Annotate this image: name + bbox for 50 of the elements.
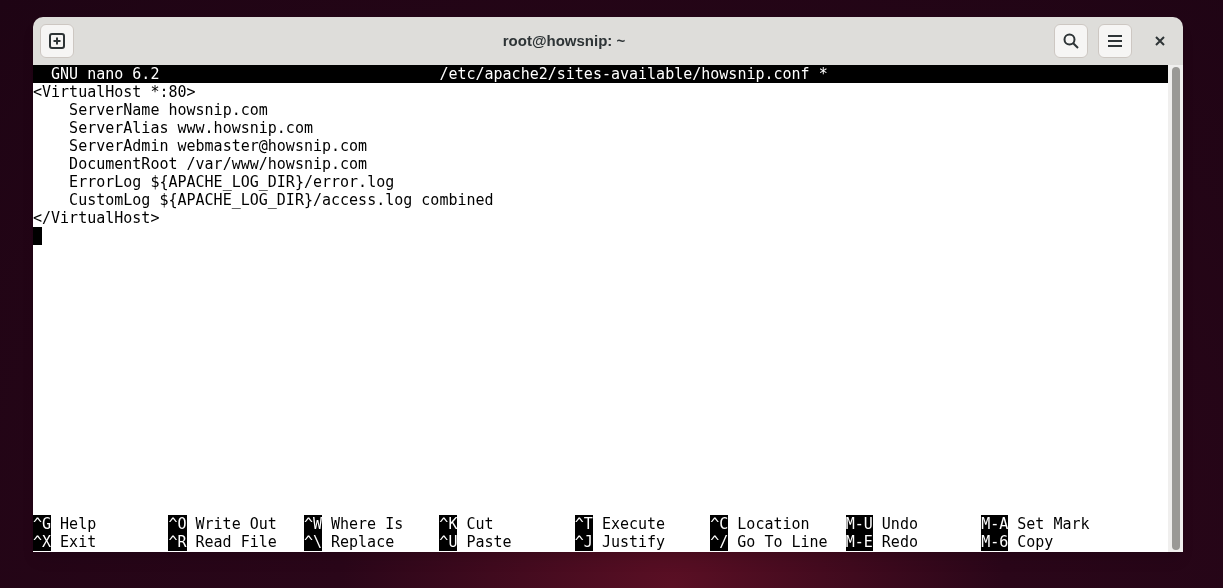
shortcut-key: M-U (845, 515, 873, 533)
close-icon (1155, 36, 1165, 46)
shortcut-key: M-A (981, 515, 1009, 533)
editor-version: GNU nano 6.2 (51, 65, 160, 83)
shortcut-label: Paste (466, 533, 512, 551)
shortcut-label: Go To Line (737, 533, 828, 551)
shortcut-label: Redo (881, 533, 918, 551)
shortcut-key: ^X (33, 533, 52, 551)
shortcut-key: ^/ (710, 533, 729, 551)
shortcut-key: ^R (168, 533, 187, 551)
code-line: ServerName howsnip.com (68, 101, 268, 119)
shortcut-key: ^J (574, 533, 593, 551)
shortcut-label: Help (60, 515, 97, 533)
shortcut-label: Copy (1017, 533, 1054, 551)
shortcut-label: Cut (466, 515, 494, 533)
text-cursor (33, 227, 42, 245)
shortcut-label: Read File (195, 533, 277, 551)
shortcut-label: Exit (60, 533, 97, 551)
code-line: <VirtualHost *:80> (33, 83, 196, 101)
file-name: /etc/apache2/sites-available/howsnip.conf * (439, 65, 828, 83)
code-line: CustomLog ${APACHE_LOG_DIR}/access.log combined (68, 191, 494, 209)
search-icon (1063, 33, 1079, 49)
code-line: DocumentRoot /var/www/howsnip.com (68, 155, 368, 173)
shortcut-key: ^G (33, 515, 52, 533)
menu-icon (1107, 34, 1123, 48)
shortcut-label: Undo (881, 515, 918, 533)
plus-square-icon (49, 33, 65, 49)
menu-button[interactable] (1098, 24, 1132, 58)
code-line: ServerAlias www.howsnip.com (68, 119, 313, 137)
shortcut-key: ^T (574, 515, 593, 533)
shortcut-label: Justify (601, 533, 666, 551)
shortcut-key: ^U (439, 533, 458, 551)
shortcut-label: Location (737, 515, 810, 533)
shortcut-label: Replace (331, 533, 395, 551)
code-line: ErrorLog ${APACHE_LOG_DIR}/error.log (68, 173, 395, 191)
window-title: root@howsnip: ~ (502, 30, 626, 51)
shortcut-label: Where Is (331, 515, 404, 533)
new-tab-button[interactable] (40, 24, 74, 58)
shortcut-label: Execute (601, 515, 666, 533)
code-line: ServerAdmin webmaster@howsnip.com (68, 137, 368, 155)
shortcut-key: ^\ (303, 533, 322, 551)
search-button[interactable] (1054, 24, 1088, 58)
shortcut-key: ^C (710, 515, 729, 533)
shortcut-label: Write Out (195, 515, 277, 533)
shortcut-key: M-E (845, 533, 873, 551)
shortcut-key: ^W (303, 515, 322, 533)
shortcut-label: Set Mark (1017, 515, 1090, 533)
shortcut-key: M-6 (981, 533, 1009, 551)
code-line: </VirtualHost> (33, 209, 160, 227)
shortcut-key: ^K (439, 515, 458, 533)
